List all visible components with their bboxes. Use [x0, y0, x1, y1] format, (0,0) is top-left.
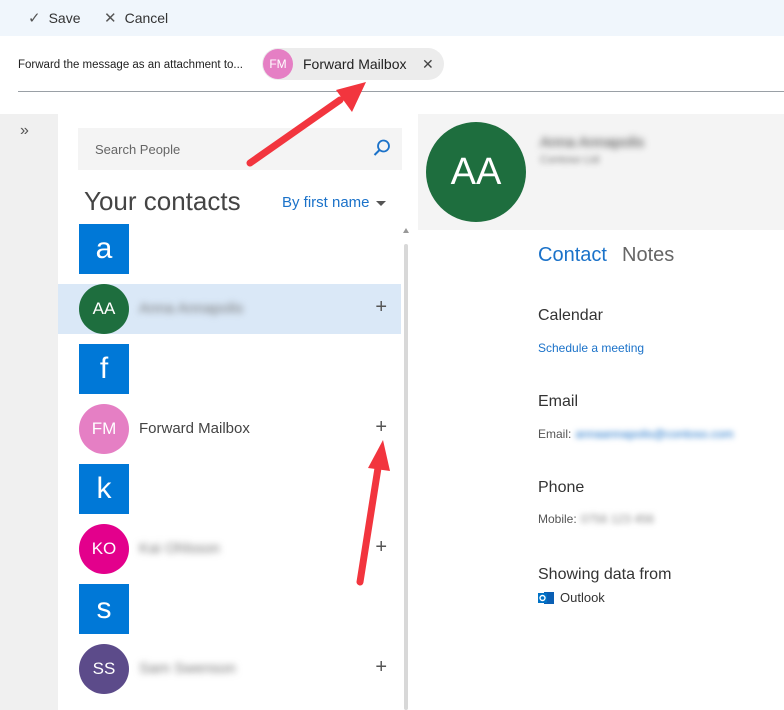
email-field: Email: annaannapolis@contoso.com: [538, 427, 734, 441]
close-icon: ✕: [104, 10, 117, 27]
search-input[interactable]: Search People: [78, 128, 402, 170]
left-rail: »: [0, 114, 58, 710]
calendar-heading: Calendar: [538, 307, 603, 324]
expand-pane-icon[interactable]: »: [20, 122, 29, 140]
add-contact-icon[interactable]: +: [375, 416, 387, 439]
email-heading: Email: [538, 393, 579, 410]
tab-notes[interactable]: Notes: [622, 244, 674, 267]
contact-row[interactable]: AA Anna Annapolis +: [58, 284, 401, 334]
phone-field: Mobile: 0756 123 456: [538, 512, 654, 526]
save-button[interactable]: ✓ Save: [28, 0, 81, 36]
forward-rule-label: Forward the message as an attachment to.…: [18, 59, 244, 71]
chevron-down-icon: [375, 200, 386, 206]
cancel-label: Cancel: [124, 10, 169, 26]
remove-recipient-icon[interactable]: ✕: [422, 56, 434, 73]
avatar: AA: [79, 284, 129, 334]
contact-row[interactable]: KO Kai Ohlsson +: [58, 524, 401, 574]
recipient-avatar: FM: [263, 49, 293, 79]
search-placeholder: Search People: [95, 142, 181, 157]
contact-row[interactable]: FM Forward Mailbox +: [58, 404, 401, 454]
data-source: Outlook: [538, 590, 605, 605]
search-icon[interactable]: [372, 138, 392, 158]
add-contact-icon[interactable]: +: [375, 656, 387, 679]
recipient-name: Forward Mailbox: [303, 56, 407, 72]
email-link[interactable]: annaannapolis@contoso.com: [575, 427, 733, 441]
checkmark-icon: ✓: [28, 10, 41, 27]
contact-name: Sam Swenson: [139, 660, 236, 677]
contact-full-name: Anna Annapolis: [540, 134, 645, 151]
cancel-button[interactable]: ✕ Cancel: [104, 0, 168, 36]
avatar: KO: [79, 524, 129, 574]
letter-tile-f: f: [79, 344, 129, 394]
avatar: SS: [79, 644, 129, 694]
contact-row[interactable]: SS Sam Swenson +: [58, 644, 401, 694]
data-source-heading: Showing data from: [538, 566, 672, 583]
contact-subtitle: Contoso Ltd: [540, 154, 600, 166]
sort-label: By first name: [282, 194, 370, 211]
contact-name: Forward Mailbox: [139, 420, 250, 437]
letter-tile-s: s: [79, 584, 129, 634]
add-contact-icon[interactable]: +: [375, 536, 387, 559]
tab-contact[interactable]: Contact: [538, 244, 607, 267]
contact-detail-pane: AA Anna Annapolis Contoso Ltd Contact No…: [418, 114, 784, 710]
letter-tile-k: k: [79, 464, 129, 514]
contact-name: Kai Ohlsson: [139, 540, 220, 557]
letter-tile-a: a: [79, 224, 129, 274]
phone-heading: Phone: [538, 479, 585, 496]
mobile-label: Mobile:: [538, 512, 577, 526]
contact-name: Anna Annapolis: [139, 300, 244, 317]
save-label: Save: [48, 10, 81, 26]
scrollbar[interactable]: [403, 228, 409, 710]
outlook-icon: [538, 591, 554, 604]
contacts-heading: Your contacts: [84, 186, 241, 216]
sort-dropdown[interactable]: By first name: [282, 194, 386, 211]
add-contact-icon[interactable]: +: [375, 296, 387, 319]
schedule-meeting-link[interactable]: Schedule a meeting: [538, 341, 644, 355]
scroll-up-icon[interactable]: [403, 228, 409, 233]
recipient-pill[interactable]: FM Forward Mailbox ✕: [262, 48, 444, 80]
data-source-app: Outlook: [560, 590, 605, 605]
contact-avatar: AA: [426, 122, 526, 222]
mobile-number: 0756 123 456: [580, 512, 655, 526]
email-label: Email:: [538, 427, 572, 441]
scrollbar-thumb[interactable]: [404, 244, 408, 710]
people-picker: Search People Your contacts By first nam…: [58, 114, 418, 710]
contact-header: AA Anna Annapolis Contoso Ltd: [418, 114, 784, 230]
avatar: FM: [79, 404, 129, 454]
divider: [18, 91, 784, 92]
command-bar: ✓ Save ✕ Cancel: [0, 0, 784, 36]
